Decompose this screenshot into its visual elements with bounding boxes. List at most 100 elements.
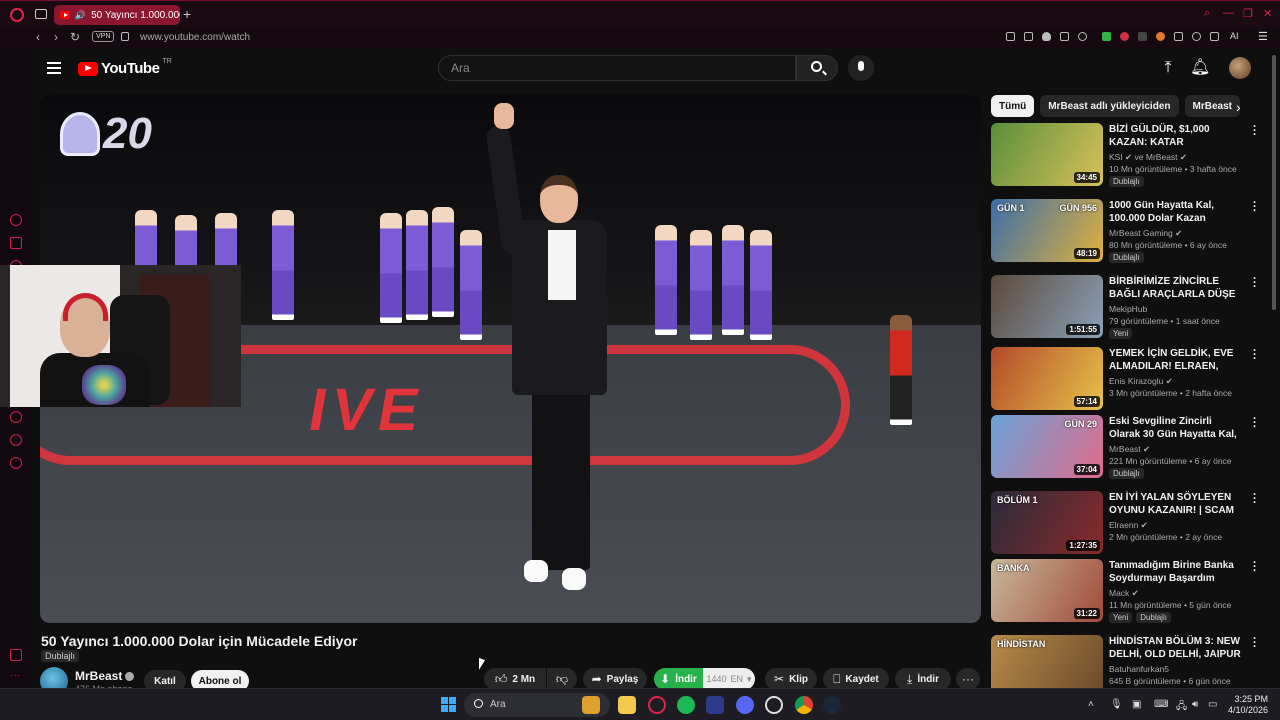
upload-icon[interactable]: ⤒ <box>1158 58 1178 78</box>
vpn-app-icon[interactable] <box>706 696 724 714</box>
like-button[interactable]: 👍︎ 2 Mn <box>484 668 546 690</box>
volume-icon[interactable]: 🔊︎ <box>1192 699 1198 710</box>
extension-sb-icon[interactable] <box>1138 32 1147 41</box>
recommendation-title[interactable]: EN İYİ YALAN SÖYLEYEN OYUNU KAZANIR! | S… <box>1109 491 1245 517</box>
discord-icon[interactable] <box>736 696 754 714</box>
search-tabs-icon[interactable]: ⌕ <box>1204 7 1210 20</box>
chevron-right-icon[interactable]: › <box>1236 99 1241 115</box>
search-input[interactable] <box>439 56 795 80</box>
sidebar-history-icon[interactable] <box>10 411 22 423</box>
more-options-icon[interactable]: · · · <box>1253 122 1257 141</box>
video-thumbnail[interactable]: 57:14 <box>991 347 1103 410</box>
voice-search-button[interactable] <box>848 55 874 81</box>
browser-tab[interactable]: 🔊 50 Yayıncı 1.000.000 D <box>54 5 180 25</box>
download-ext-icon[interactable] <box>1102 32 1111 41</box>
sidebar-extensions-icon[interactable] <box>10 434 22 446</box>
sidebar-settings-icon[interactable] <box>10 457 22 469</box>
keyboard-icon[interactable]: ⌨ <box>1154 699 1168 710</box>
easy-setup-icon[interactable]: ☰ <box>1258 30 1268 43</box>
vpn-badge[interactable]: VPN <box>92 31 115 42</box>
account-avatar[interactable] <box>1229 57 1251 79</box>
recommendation-card[interactable]: 1:51:55 BİRBİRİMİZE ZİNCİRLE BAĞLI ARAÇLA… <box>991 274 1261 339</box>
opera-gx-icon[interactable] <box>648 696 666 714</box>
recommendation-channel[interactable]: MrBeast ✔ <box>1109 444 1150 455</box>
recommendation-card[interactable]: BÖLÜM 1 1:27:35 EN İYİ YALAN SÖYLEYEN OYUN… <box>991 490 1261 555</box>
recommendation-title[interactable]: HİNDİSTAN BÖLÜM 3: NEW DELHİ, OLD DELHİ,… <box>1109 635 1245 661</box>
opera-logo-icon[interactable] <box>10 8 24 22</box>
recommendation-title[interactable]: Tanımadığım Birine Banka Soydurmayı Başa… <box>1109 559 1245 585</box>
more-options-icon[interactable]: · · · <box>1253 634 1257 653</box>
recommendation-card[interactable]: 34:45 BİZİ GÜLDÜR, $1,000 KAZAN: KATAR VE… <box>991 122 1261 187</box>
recommendation-channel[interactable]: Elraenn ✔ <box>1109 520 1148 531</box>
download-button[interactable]: ⤓ İndir <box>895 668 951 690</box>
page-scrollbar[interactable] <box>1272 55 1276 310</box>
back-icon[interactable]: ‹ <box>36 30 40 44</box>
chip-mrbeast[interactable]: MrBeast <box>1184 95 1240 117</box>
close-icon[interactable]: ✕ <box>1263 7 1272 20</box>
url-field[interactable]: www.youtube.com/watch <box>140 32 250 43</box>
recommendation-card[interactable]: BANKA 31:22 Tanımadığım Birine Banka Soydu… <box>991 558 1261 623</box>
recommendation-title[interactable]: 1000 Gün Hayatta Kal, 100.000 Dolar Kaza… <box>1109 199 1245 225</box>
sidebar-more-icon[interactable]: ··· <box>10 671 22 684</box>
video-thumbnail[interactable]: GÜN 1 GÜN 956 48:19 <box>991 199 1103 262</box>
recommendation-channel[interactable]: Mack ✔ <box>1109 588 1139 599</box>
lock-icon[interactable] <box>121 32 129 41</box>
clock[interactable]: 3:25 PM 4/10/2026 <box>1223 694 1268 716</box>
more-options-icon[interactable]: · · · <box>1253 274 1257 293</box>
speaker-icon[interactable]: 🔊 <box>75 10 86 21</box>
snapshot-icon[interactable] <box>1024 32 1033 41</box>
download-extension-button[interactable]: ⬇ İndir <box>654 668 703 690</box>
more-options-icon[interactable]: · · · <box>1253 414 1257 433</box>
dislike-button[interactable]: 👎︎ <box>547 668 577 690</box>
tray-app-icon[interactable]: ▣ <box>1132 699 1141 710</box>
video-thumbnail[interactable]: BÖLÜM 1 1:27:35 <box>991 491 1103 554</box>
widget-icon[interactable] <box>582 696 600 714</box>
forward-icon[interactable]: › <box>54 30 58 44</box>
chrome-icon[interactable] <box>795 696 813 714</box>
more-options-icon[interactable]: · · · <box>1253 198 1257 217</box>
reload-icon[interactable]: ↻ <box>70 30 80 44</box>
spotify-icon[interactable] <box>677 696 695 714</box>
steam-icon[interactable] <box>823 696 841 714</box>
heart-icon[interactable] <box>1078 32 1087 41</box>
mic-tray-icon[interactable]: 🎙︎ <box>1110 699 1123 710</box>
search-button[interactable] <box>796 55 838 81</box>
downloads-icon[interactable] <box>1210 32 1219 41</box>
menu-icon[interactable] <box>47 62 61 74</box>
share-button[interactable]: ➦ Paylaş <box>583 668 647 690</box>
video-thumbnail[interactable]: 34:45 <box>991 123 1103 186</box>
notifications-icon[interactable]: 🔔︎ <box>1190 58 1210 78</box>
profile-icon[interactable] <box>1192 32 1201 41</box>
recommendation-channel[interactable]: Enis Kirazoglu ✔ <box>1109 376 1173 387</box>
chip-all[interactable]: Tümü <box>991 95 1035 117</box>
maximize-icon[interactable]: ❐ <box>1243 7 1253 20</box>
video-thumbnail[interactable]: 1:51:55 <box>991 275 1103 338</box>
network-icon[interactable]: 🖧 <box>1176 699 1187 716</box>
extension-orange-icon[interactable] <box>1156 32 1165 41</box>
quality-language-selector[interactable]: 1440 EN ▾ <box>703 668 755 690</box>
obs-icon[interactable] <box>765 696 783 714</box>
save-button[interactable]: ⎕ Kaydet <box>823 668 889 690</box>
aria-ai-button[interactable]: AI <box>1230 31 1239 41</box>
recommendation-card[interactable]: GÜN 29 37:04 Eski Sevgiline Zincirli Olara… <box>991 414 1261 479</box>
extensions-icon[interactable] <box>1174 32 1183 41</box>
recommendation-title[interactable]: Eski Sevgiline Zincirli Olarak 30 Gün Ha… <box>1109 415 1245 441</box>
pin-icon[interactable] <box>1006 32 1015 41</box>
channel-name-row[interactable]: MrBeast <box>75 669 135 683</box>
recommendation-card[interactable]: 57:14 YEMEK İÇİN GELDİK, EVE ALMADILAR! E… <box>991 346 1261 411</box>
extension-red-icon[interactable] <box>1120 32 1129 41</box>
recommendation-channel[interactable]: Batuhanfurkan5 <box>1109 664 1169 674</box>
tab-islands-icon[interactable] <box>35 9 47 19</box>
windows-start-icon[interactable] <box>441 697 456 712</box>
more-options-icon[interactable]: · · · <box>1253 558 1257 577</box>
clip-button[interactable]: ✂ Klip <box>765 668 817 690</box>
new-tab-icon[interactable]: + <box>183 6 191 22</box>
youtube-logo[interactable]: YouTube TR <box>78 58 172 77</box>
recommendation-card[interactable]: GÜN 1 GÜN 956 48:19 1000 Gün Hayatta Kal, 1… <box>991 198 1261 263</box>
more-actions-button[interactable]: ··· <box>956 668 980 690</box>
more-options-icon[interactable]: · · · <box>1253 346 1257 365</box>
wallet-icon[interactable] <box>1060 32 1069 41</box>
recommendation-title[interactable]: BİRBİRİMİZE ZİNCİRLE BAĞLI ARAÇLARLA DÜŞ… <box>1109 275 1245 301</box>
shield-icon[interactable] <box>1042 32 1051 41</box>
battery-icon[interactable]: ▭ <box>1208 699 1217 710</box>
